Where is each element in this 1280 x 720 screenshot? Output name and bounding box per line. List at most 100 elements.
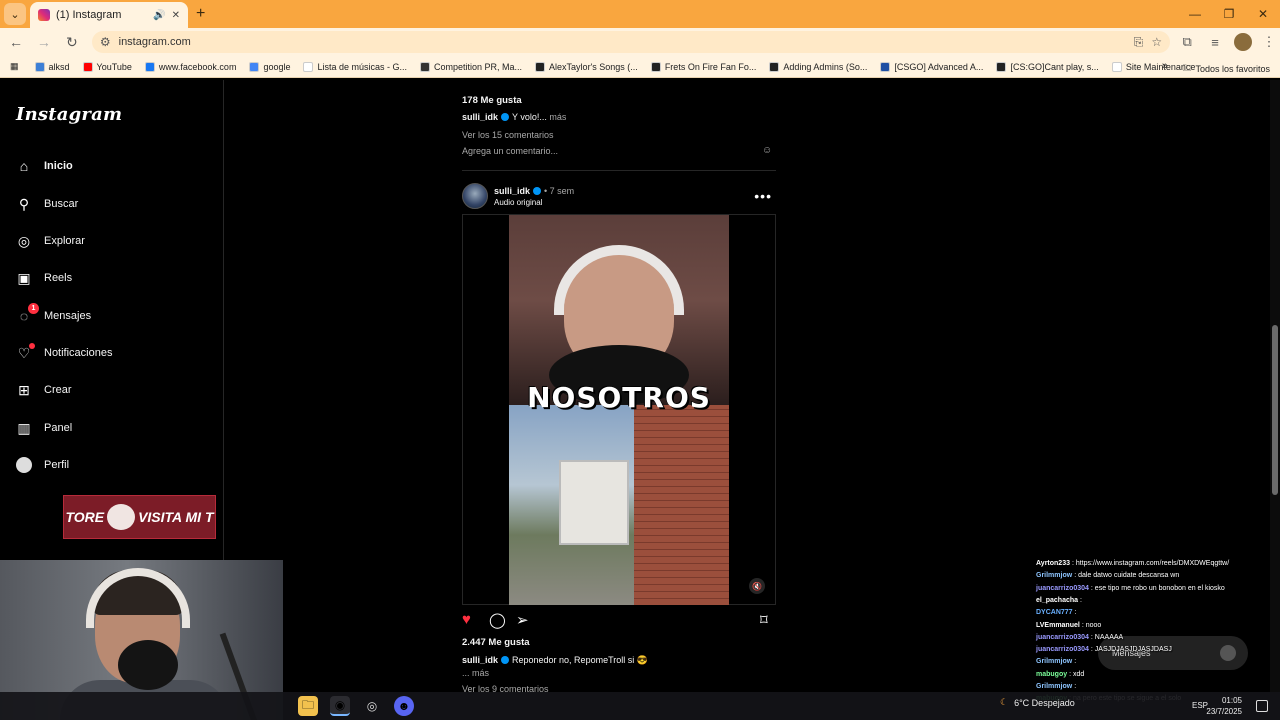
apps-icon[interactable]: ▦ xyxy=(10,61,19,72)
nav-mensajes[interactable]: ◌ 1 Mensajes xyxy=(16,303,91,324)
forward-icon[interactable]: → xyxy=(32,30,56,54)
close-window-icon[interactable]: ✕ xyxy=(1246,0,1280,28)
prev-post-likes[interactable]: 178 Me gusta xyxy=(462,95,522,106)
bookmark-favicon-icon xyxy=(535,61,546,72)
nav-label: Panel xyxy=(44,422,73,434)
bookmark-item[interactable]: google xyxy=(249,61,291,72)
chat-username[interactable]: Grilmmjow xyxy=(1036,572,1072,579)
share-icon[interactable]: ➢ xyxy=(516,611,529,629)
nav-buscar[interactable]: ⚲ Buscar xyxy=(16,196,78,212)
address-bar-row: ← → ↻ ⚙ instagram.com ⎘ ☆ ⧉ ≡ ⋮ xyxy=(0,28,1280,56)
chat-username[interactable]: LVEmmanuel xyxy=(1036,622,1080,629)
bookmark-favicon-icon xyxy=(420,61,431,72)
chat-message: DYCAN777: xyxy=(1036,609,1077,616)
nav-panel[interactable]: ▥ Panel xyxy=(16,420,72,436)
store-banner[interactable]: TORE VISITA MI T xyxy=(63,495,216,539)
instagram-logo[interactable]: Instagram xyxy=(16,104,122,125)
new-tab-button[interactable]: + xyxy=(196,5,205,23)
obs-icon[interactable]: ◎ xyxy=(362,696,382,716)
bookmark-star-icon[interactable]: ☆ xyxy=(1151,35,1162,49)
menu-dots-icon[interactable]: ⋮ xyxy=(1258,31,1280,53)
prev-post-username[interactable]: sulli_idk xyxy=(462,112,498,122)
mute-toggle-icon[interactable]: 🔇 xyxy=(749,578,765,594)
bookmark-item[interactable]: alksd xyxy=(34,61,70,72)
chat-text: : JASJDJASJDJASJDASJ xyxy=(1090,646,1172,654)
chat-username[interactable]: el_pachacha xyxy=(1036,597,1078,604)
tab-search-button[interactable]: ⌄ xyxy=(4,3,26,25)
post-media[interactable]: NOSOTROS 🔇 xyxy=(462,214,776,605)
tab-strip: ⌄ (1) Instagram 🔊 ✕ + — ❐ ✕ xyxy=(0,0,1280,28)
add-comment-input[interactable]: Agrega un comentario... xyxy=(462,146,558,156)
nav-reels[interactable]: ▣ Reels xyxy=(16,270,72,286)
chat-username[interactable]: juancarrizo0304 xyxy=(1036,585,1089,592)
nav-label: Notificaciones xyxy=(44,347,113,359)
chat-username[interactable]: Ayrton233 xyxy=(1036,560,1070,567)
bookmark-item[interactable]: [CS:GO]Cant play, s... xyxy=(996,61,1099,72)
omnibox[interactable]: ⚙ instagram.com ⎘ ☆ xyxy=(91,31,1171,53)
scrollbar-thumb[interactable] xyxy=(1272,325,1278,495)
tab-instagram[interactable]: (1) Instagram 🔊 ✕ xyxy=(30,2,188,28)
chevron-right-icon[interactable]: » xyxy=(1162,60,1168,72)
comment-icon[interactable]: ◯ xyxy=(489,611,506,629)
bookmark-item[interactable]: Competition PR, Ma... xyxy=(420,61,522,72)
bookmark-label: google xyxy=(263,61,291,72)
reel-video[interactable]: NOSOTROS xyxy=(509,215,729,605)
nav-notificaciones[interactable]: ♡ Notificaciones xyxy=(16,343,113,361)
post-likes[interactable]: 2.447 Me gusta xyxy=(462,637,530,648)
post-more-link[interactable]: ... más xyxy=(462,668,489,678)
chat-username[interactable]: mabugoy xyxy=(1036,671,1067,678)
bookmark-item[interactable]: AlexTaylor's Songs (... xyxy=(535,61,638,72)
like-heart-icon[interactable]: ♥ xyxy=(462,611,471,628)
media-controls-icon[interactable]: ≡ xyxy=(1204,31,1226,53)
bookmark-item[interactable]: Lista de músicas - G... xyxy=(303,61,407,72)
profile-avatar[interactable] xyxy=(1234,33,1253,51)
chat-message: el_pachacha: xyxy=(1036,597,1082,604)
nav-perfil[interactable]: Perfil xyxy=(16,457,69,473)
nav-explorar[interactable]: ◎ Explorar xyxy=(16,233,85,249)
bookmark-item[interactable]: www.facebook.com xyxy=(144,61,236,72)
all-bookmarks[interactable]: 🗀 Todos los favoritos xyxy=(1182,61,1270,77)
discord-icon[interactable]: ☻ xyxy=(394,696,414,716)
chat-username[interactable]: Grilmmjow xyxy=(1036,658,1072,665)
weather-widget[interactable]: ☾ 6°C Despejado xyxy=(1000,697,1075,708)
post-username[interactable]: sulli_idk xyxy=(494,186,530,196)
prev-post-more-link[interactable]: más xyxy=(549,112,566,122)
nav-crear[interactable]: ⊞ Crear xyxy=(16,382,71,398)
chat-username[interactable]: DYCAN777 xyxy=(1036,609,1073,616)
emoji-icon[interactable]: ☺ xyxy=(762,145,772,156)
post-time[interactable]: 7 sem xyxy=(550,186,575,196)
chat-username[interactable]: juancarrizo0304 xyxy=(1036,634,1089,641)
speaker-icon[interactable]: 🔊 xyxy=(153,10,165,21)
chat-username[interactable]: Grilmmjow xyxy=(1036,683,1072,690)
restore-icon[interactable]: ❐ xyxy=(1212,0,1246,28)
bookmark-item[interactable]: Adding Admins (So... xyxy=(769,61,867,72)
minimize-icon[interactable]: — xyxy=(1178,0,1212,28)
bookmark-item[interactable]: [CSGO] Advanced A... xyxy=(880,61,983,72)
page-scrollbar[interactable] xyxy=(1270,80,1280,692)
chrome-icon[interactable]: ◉ xyxy=(330,696,350,716)
file-explorer-icon[interactable]: 🗀 xyxy=(298,696,318,716)
prev-post-comments-link[interactable]: Ver los 15 comentarios xyxy=(462,130,554,140)
post-audio[interactable]: Audio original xyxy=(494,198,574,207)
post-options-icon[interactable]: ••• xyxy=(754,188,772,204)
close-tab-icon[interactable]: ✕ xyxy=(172,10,180,21)
save-bookmark-icon[interactable]: ⌑ xyxy=(760,611,768,629)
verified-badge-icon xyxy=(501,656,510,664)
bookmark-item[interactable]: YouTube xyxy=(82,61,132,72)
post-author-avatar[interactable] xyxy=(462,183,488,209)
clock[interactable]: 01:05 23/7/2025 xyxy=(1206,695,1242,717)
site-info-icon[interactable]: ⚙ xyxy=(100,35,111,49)
bookmark-item[interactable]: Frets On Fire Fan Fo... xyxy=(650,61,756,72)
nav-inicio[interactable]: ⌂ Inicio xyxy=(16,158,73,174)
url-text[interactable]: instagram.com xyxy=(119,36,1126,48)
chat-username[interactable]: juancarrizo0304 xyxy=(1036,646,1089,653)
install-app-icon[interactable]: ⎘ xyxy=(1134,35,1144,50)
bookmark-favicon-icon xyxy=(650,61,661,72)
chat-text: : nooo xyxy=(1081,621,1102,629)
reload-icon[interactable]: ↻ xyxy=(60,30,84,54)
extensions-icon[interactable]: ⧉ xyxy=(1176,31,1198,53)
post-caption-username[interactable]: sulli_idk xyxy=(462,655,498,665)
chat-message: juancarrizo0304: ese tipo me robo un bon… xyxy=(1036,585,1225,592)
back-icon[interactable]: ← xyxy=(4,30,28,54)
notification-center-icon[interactable] xyxy=(1256,700,1268,712)
